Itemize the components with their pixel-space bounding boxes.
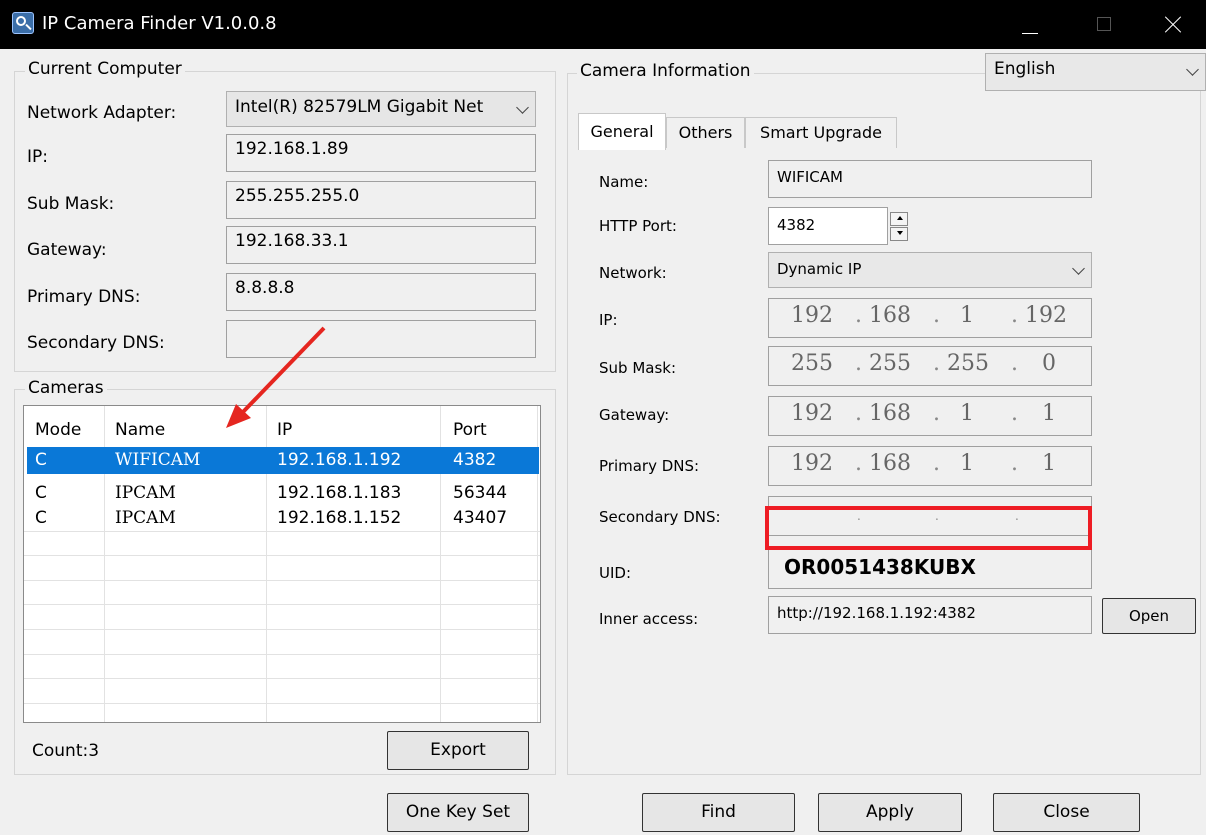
annotation-highlight-box xyxy=(765,506,1092,550)
annotation-overlay xyxy=(226,326,1092,550)
annotation-arrow-line xyxy=(241,326,326,414)
